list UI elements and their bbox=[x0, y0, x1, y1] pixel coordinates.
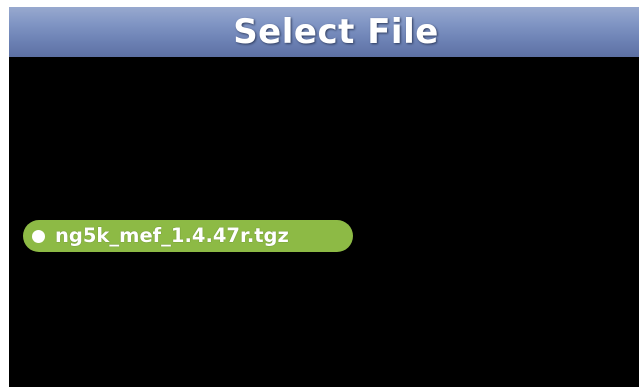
page-title: Select File bbox=[233, 12, 439, 52]
file-name: ng5k_mef_1.4.47r.tgz bbox=[55, 224, 289, 248]
radio-dot-icon bbox=[32, 229, 45, 243]
file-list: ng5k_mef_1.4.47r.tgz bbox=[9, 57, 639, 387]
file-select-screen: Select File ng5k_mef_1.4.47r.tgz bbox=[9, 7, 639, 387]
file-item[interactable]: ng5k_mef_1.4.47r.tgz bbox=[23, 220, 353, 252]
title-bar: Select File bbox=[9, 7, 639, 57]
